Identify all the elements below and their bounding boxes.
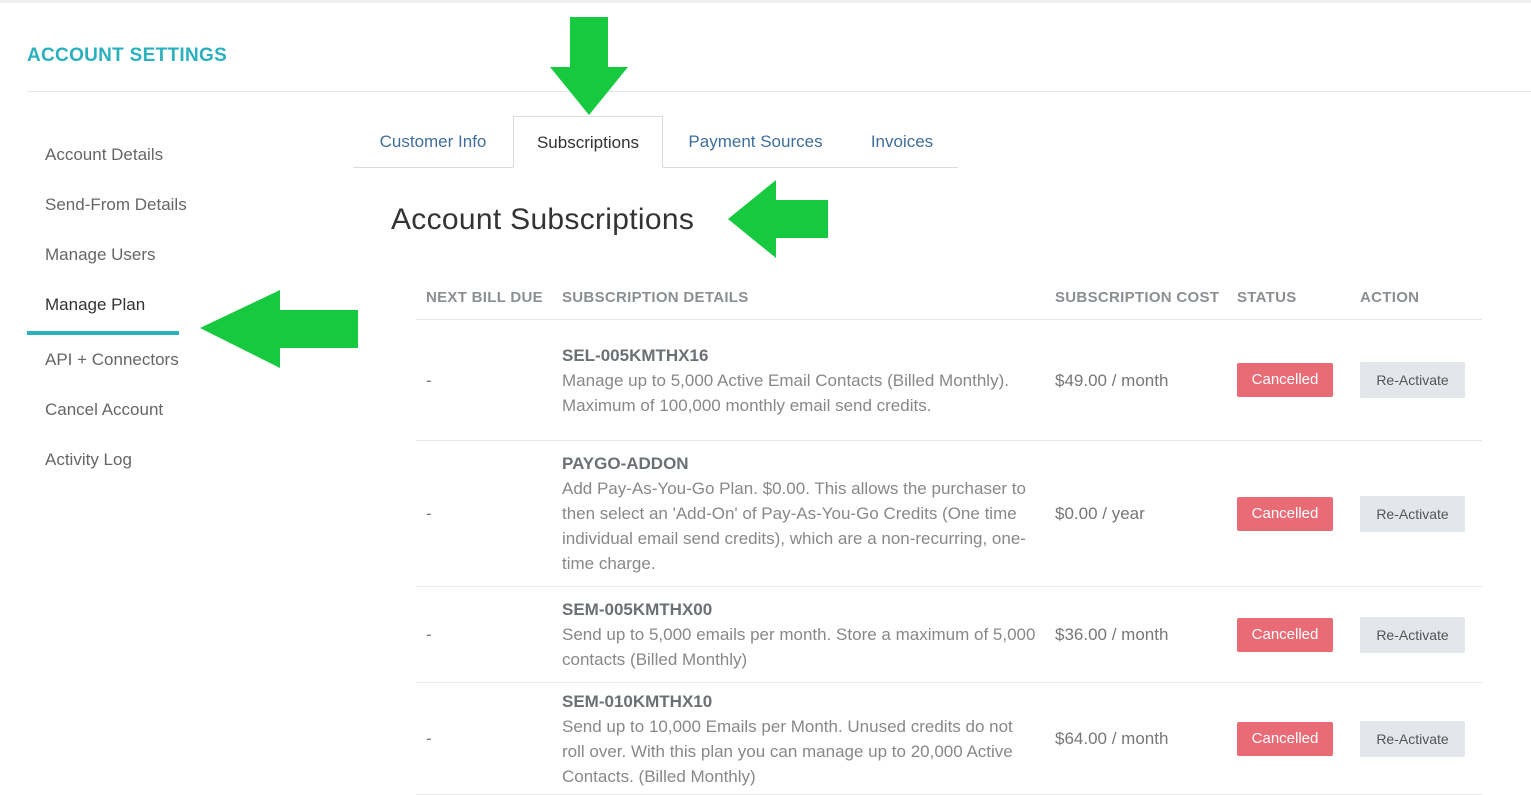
status-badge: Cancelled — [1237, 496, 1333, 531]
subscription-description: Add Pay-As-You-Go Plan. $0.00. This allo… — [562, 479, 1026, 573]
subscription-details: SEM-005KMTHX00 Send up to 5,000 emails p… — [552, 586, 1045, 683]
subscription-cost: $36.00 / month — [1045, 586, 1227, 683]
action-cell: Re-Activate — [1350, 319, 1482, 441]
tab-subscriptions[interactable]: Subscriptions — [513, 116, 663, 168]
tab-customer-info[interactable]: Customer Info — [353, 116, 513, 167]
subscription-cost: $49.00 / month — [1045, 319, 1227, 441]
sidebar-item-account-details[interactable]: Account Details — [27, 135, 245, 175]
section-heading: Account Subscriptions — [391, 203, 695, 236]
status-cell: Cancelled — [1227, 586, 1350, 683]
reactivate-button[interactable]: Re-Activate — [1360, 362, 1465, 398]
subscription-code: SEL-005KMTHX16 — [562, 345, 709, 365]
subscription-description: Manage up to 5,000 Active Email Contacts… — [562, 370, 1009, 415]
top-bar — [0, 0, 1531, 3]
subscription-details: SEM-010KMTHX10 Send up to 10,000 Emails … — [552, 682, 1045, 795]
reactivate-button[interactable]: Re-Activate — [1360, 495, 1465, 532]
table-header-row: NEXT BILL DUE SUBSCRIPTION DETAILS SUBSC… — [416, 276, 1482, 320]
subscriptions-table: NEXT BILL DUE SUBSCRIPTION DETAILS SUBSC… — [416, 276, 1482, 795]
sidebar-item-send-from-details[interactable]: Send-From Details — [27, 185, 245, 225]
sidebar-item-cancel-account[interactable]: Cancel Account — [27, 390, 245, 430]
table-row: - SEM-010KMTHX10 Send up to 10,000 Email… — [416, 682, 1482, 795]
next-bill-due: - — [416, 586, 552, 683]
table-row: - PAYGO-ADDON Add Pay-As-You-Go Plan. $0… — [416, 440, 1482, 587]
subscription-cost: $64.00 / month — [1045, 682, 1227, 795]
status-cell: Cancelled — [1227, 682, 1350, 795]
column-header-action: ACTION — [1350, 276, 1482, 320]
arrow-left-annotation-icon — [200, 290, 358, 368]
status-cell: Cancelled — [1227, 319, 1350, 441]
action-cell: Re-Activate — [1350, 682, 1482, 795]
arrow-left-annotation-icon — [728, 180, 828, 258]
sidebar-item-activity-log[interactable]: Activity Log — [27, 440, 245, 480]
reactivate-button[interactable]: Re-Activate — [1360, 616, 1465, 653]
status-badge: Cancelled — [1237, 363, 1333, 397]
action-cell: Re-Activate — [1350, 586, 1482, 683]
table-row: - SEM-005KMTHX00 Send up to 5,000 emails… — [416, 586, 1482, 683]
subscription-description: Send up to 10,000 Emails per Month. Unus… — [562, 716, 1013, 786]
next-bill-due: - — [416, 682, 552, 795]
arrow-down-annotation-icon — [550, 17, 628, 115]
status-badge: Cancelled — [1237, 721, 1333, 756]
tab-invoices[interactable]: Invoices — [848, 116, 956, 167]
column-header-next-bill-due: NEXT BILL DUE — [416, 276, 552, 320]
status-cell: Cancelled — [1227, 440, 1350, 587]
subscription-code: PAYGO-ADDON — [562, 454, 689, 473]
subscription-code: SEM-005KMTHX00 — [562, 600, 713, 619]
title-divider — [27, 91, 1531, 92]
tab-payment-sources[interactable]: Payment Sources — [663, 116, 848, 167]
subscription-description: Send up to 5,000 emails per month. Store… — [562, 625, 1036, 669]
subscription-details: SEL-005KMTHX16 Manage up to 5,000 Active… — [552, 319, 1045, 441]
subscription-code: SEM-010KMTHX10 — [562, 691, 713, 711]
subscription-cost: $0.00 / year — [1045, 440, 1227, 587]
action-cell: Re-Activate — [1350, 440, 1482, 587]
page-title: ACCOUNT SETTINGS — [27, 45, 228, 66]
status-badge: Cancelled — [1237, 617, 1333, 652]
tab-bar: Customer Info Subscriptions Payment Sour… — [353, 116, 958, 168]
next-bill-due: - — [416, 319, 552, 441]
sidebar-item-manage-users[interactable]: Manage Users — [27, 235, 245, 275]
column-header-subscription-cost: SUBSCRIPTION COST — [1045, 276, 1227, 320]
column-header-status: STATUS — [1227, 276, 1350, 320]
subscription-details: PAYGO-ADDON Add Pay-As-You-Go Plan. $0.0… — [552, 440, 1045, 587]
column-header-subscription-details: SUBSCRIPTION DETAILS — [552, 276, 1045, 320]
table-row: - SEL-005KMTHX16 Manage up to 5,000 Acti… — [416, 319, 1482, 441]
active-item-indicator — [27, 331, 179, 335]
next-bill-due: - — [416, 440, 552, 587]
reactivate-button[interactable]: Re-Activate — [1360, 720, 1465, 757]
